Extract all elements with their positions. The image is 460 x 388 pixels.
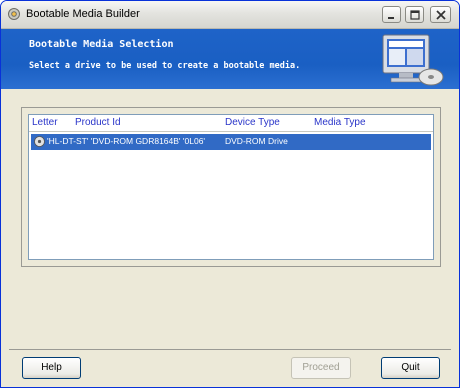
- maximize-button[interactable]: [405, 6, 424, 23]
- cd-drive-icon: [34, 136, 45, 147]
- column-header-product-id[interactable]: Product Id: [75, 117, 121, 128]
- list-header: Letter Product Id Device Type Media Type: [29, 115, 433, 132]
- proceed-label: Proceed: [302, 362, 340, 373]
- window-title: Bootable Media Builder: [26, 8, 140, 20]
- header-subtitle: Select a drive to be used to create a bo…: [29, 61, 301, 71]
- app-window: Bootable Media Builder Bootable Media Se…: [0, 0, 460, 388]
- title-bar[interactable]: Bootable Media Builder: [1, 1, 459, 29]
- close-icon: [436, 10, 446, 20]
- column-header-media-type[interactable]: Media Type: [314, 117, 366, 128]
- minimize-button[interactable]: [382, 6, 401, 23]
- drive-list[interactable]: Letter Product Id Device Type Media Type…: [28, 114, 434, 260]
- header-title: Bootable Media Selection: [29, 39, 174, 50]
- column-header-letter[interactable]: Letter: [32, 117, 58, 128]
- maximize-icon: [410, 10, 420, 20]
- app-gear-icon: [8, 8, 20, 20]
- help-label: Help: [41, 362, 62, 373]
- help-button[interactable]: Help: [22, 357, 81, 379]
- quit-label: Quit: [401, 362, 420, 373]
- minimize-icon: [388, 17, 394, 19]
- quit-button[interactable]: Quit: [381, 357, 440, 379]
- drive-product-id: 'HL-DT-ST' 'DVD-ROM GDR8164B' '0L06': [47, 136, 206, 146]
- drive-panel: Letter Product Id Device Type Media Type…: [21, 107, 441, 267]
- proceed-button[interactable]: Proceed: [291, 357, 351, 379]
- close-button[interactable]: [430, 6, 451, 23]
- header-banner: Bootable Media Selection Select a drive …: [1, 29, 459, 89]
- drive-row[interactable]: 'HL-DT-ST' 'DVD-ROM GDR8164B' '0L06' DVD…: [31, 134, 431, 150]
- column-header-device-type[interactable]: Device Type: [225, 117, 280, 128]
- drive-device-type: DVD-ROM Drive: [225, 136, 288, 146]
- computer-disc-icon: [382, 34, 444, 86]
